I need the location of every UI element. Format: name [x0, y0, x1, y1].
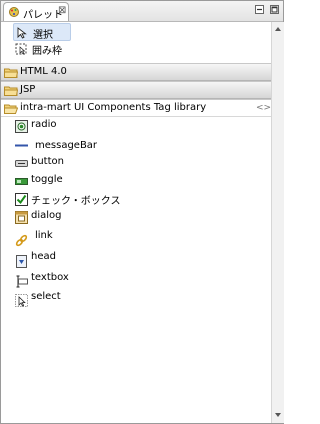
drawer-label: HTML 4.0 [20, 66, 67, 77]
entry-label: link [35, 230, 53, 241]
folder-icon [4, 86, 18, 96]
entry-label: textbox [31, 272, 69, 283]
palette-content: 選択 囲み枠 HTML 4.0 JSP intra-mart UI Compon… [1, 22, 271, 423]
toggle-icon [15, 178, 28, 185]
textbox-icon [16, 275, 28, 288]
scroll-up-icon[interactable] [274, 26, 282, 32]
folder-icon [4, 68, 18, 78]
drawer-html[interactable]: HTML 4.0 [1, 63, 271, 81]
entry-label: messageBar [35, 140, 98, 151]
pin-icon[interactable]: <> [256, 103, 271, 113]
entry-label: head [31, 251, 56, 262]
drawer-label: intra-mart UI Components Tag library [20, 102, 207, 113]
entry-label: radio [31, 119, 57, 130]
palette-icon [9, 7, 19, 17]
tool-label: 囲み枠 [32, 46, 62, 57]
checkbox-icon [15, 193, 28, 206]
entry-label: チェック・ボックス [31, 196, 121, 207]
scroll-down-icon[interactable] [274, 412, 282, 418]
close-icon[interactable]: ⊠ [58, 5, 66, 16]
head-icon [16, 255, 27, 268]
marquee-icon [15, 43, 27, 55]
drawer-label: JSP [20, 84, 36, 95]
entry-label: select [31, 291, 61, 302]
select-icon [15, 294, 28, 307]
tool-select[interactable]: 選択 [13, 23, 71, 41]
dialog-icon [15, 211, 28, 224]
palette-view: パレット ⊠ 選択 囲み枠 HTML 4.0 JSP intra-mart UI… [0, 0, 284, 424]
arrow-select-icon [17, 27, 27, 39]
entry-label: toggle [31, 174, 63, 185]
radio-icon [15, 120, 28, 133]
entry-label: dialog [31, 210, 62, 221]
tab-title: パレット [23, 10, 63, 21]
vertical-scrollbar[interactable] [271, 22, 284, 423]
button-icon [15, 160, 28, 167]
open-folder-icon [4, 104, 18, 114]
minimize-icon[interactable] [254, 4, 265, 15]
palette-tab[interactable]: パレット ⊠ [3, 2, 69, 21]
tool-label: 選択 [33, 30, 53, 41]
view-title-bar: パレット ⊠ [1, 1, 283, 22]
drawer-jsp[interactable]: JSP [1, 81, 271, 99]
link-icon [15, 234, 28, 247]
message-bar-icon [15, 144, 28, 147]
maximize-icon[interactable] [269, 4, 280, 15]
entry-label: button [31, 156, 64, 167]
drawer-intra-mart[interactable]: intra-mart UI Components Tag library <> [1, 99, 271, 117]
tool-marquee[interactable]: 囲み枠 [13, 40, 83, 58]
